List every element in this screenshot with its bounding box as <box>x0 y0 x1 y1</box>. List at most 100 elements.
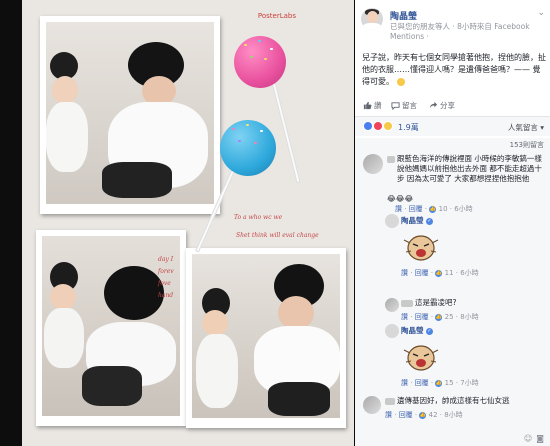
post-body: 兒子說，昨天有七個女同學搶著他抱，捏他的臉，扯他的衣服……懂得迎人嗎？是遺傳爸爸… <box>362 53 546 86</box>
haha-reaction-icon[interactable] <box>383 121 393 131</box>
commenter-name[interactable]: 陶晶瑩 <box>401 216 424 225</box>
divider <box>355 116 550 117</box>
comment-text: 遺傳基因好，帥成這樣有七仙女逃 <box>397 396 510 405</box>
sprinkle <box>232 128 235 130</box>
sprinkle <box>258 40 261 42</box>
emoji-icon[interactable]: ☺ <box>524 434 532 443</box>
comment-reply-link[interactable]: 回覆 <box>415 269 429 277</box>
comment-button[interactable]: 留言 <box>391 100 417 111</box>
sprinkle <box>238 140 241 142</box>
comment-emoji-row: 😂😂😂 <box>387 194 414 203</box>
comment-author: 陶晶瑩 ✓ <box>401 326 433 336</box>
comment-reply-link[interactable]: 回覆 <box>409 205 423 213</box>
love-reaction-icon[interactable] <box>373 121 383 131</box>
sprinkle <box>244 44 247 46</box>
comment-actions: 讚 · 回覆 · 👍 11 · 6小時 <box>401 269 479 277</box>
sprinkle <box>264 58 267 60</box>
comment-sort-dropdown[interactable]: 人氣留言 ▾ <box>508 122 544 133</box>
polaroid-top <box>40 16 220 214</box>
share-icon <box>429 101 438 109</box>
comment-like-link[interactable]: 讚 <box>401 313 408 321</box>
like-count-icon: 👍 <box>435 269 443 277</box>
comment-like-count: 25 <box>444 313 454 321</box>
comment-label: 留言 <box>402 101 417 110</box>
author-avatar[interactable] <box>361 8 383 30</box>
thumbs-up-icon <box>363 101 372 110</box>
author-reply-avatar[interactable] <box>385 214 399 228</box>
post-sidebar: 陶晶瑩 ⌄ 已與您的朋友等人 · 8小時來自 Facebook Mentions… <box>355 0 550 446</box>
sort-label: 人氣留言 <box>507 123 538 132</box>
sticker-svg <box>403 345 439 371</box>
camera-icon[interactable]: ◙ <box>536 434 544 443</box>
comment-like-link[interactable]: 讚 <box>385 411 392 419</box>
comment-actions: 讚 · 回覆 · 👍 25 · 8小時 <box>401 313 479 321</box>
like-reaction-icon[interactable] <box>363 121 373 131</box>
comment-like-link[interactable]: 讚 <box>395 205 402 213</box>
comment-reply-link[interactable]: 回覆 <box>399 411 413 419</box>
comment-text: 跟藍色海洋的傳說裡面 小時候的李敏鎬一樣 說他媽媽以前抱他出去外面 都不能走超過… <box>397 154 542 183</box>
comment-actions: 讚 · 回覆 · 👍 42 · 8小時 <box>385 411 463 419</box>
script-text: hand <box>158 292 174 299</box>
comment-time[interactable]: 8小時 <box>460 313 478 321</box>
verified-badge-icon: ✓ <box>425 217 433 225</box>
comment-time[interactable]: 6小時 <box>454 205 472 213</box>
comment-actions: 讚 · 回覆 · 👍 10 · 6小時 <box>395 205 473 213</box>
like-button[interactable]: 讚 <box>363 100 382 111</box>
comment-like-count: 11 <box>444 269 454 277</box>
hidden-name <box>385 398 395 405</box>
pink-lollipop <box>234 36 286 88</box>
comment-like-count: 42 <box>428 411 438 419</box>
comment-like-count: 15 <box>444 379 454 387</box>
commenter-avatar[interactable] <box>363 396 381 414</box>
commenter-avatar[interactable] <box>363 154 383 174</box>
post-photo[interactable]: PosterLabs To a who wc we Shet think wil… <box>0 0 355 446</box>
brand-watermark: PosterLabs <box>257 12 296 20</box>
hidden-name <box>387 156 395 163</box>
comment-input-icons: ☺ ◙ <box>524 434 544 443</box>
author-reply-avatar[interactable] <box>385 324 399 338</box>
chevron-down-icon[interactable]: ⌄ <box>537 8 545 18</box>
comment-like-link[interactable]: 讚 <box>401 379 408 387</box>
blue-lollipop <box>220 120 276 176</box>
comment-like-link[interactable]: 讚 <box>401 269 408 277</box>
sprinkle <box>260 130 263 132</box>
reactions-bar: 1.9萬 人氣留言 ▾ <box>355 116 550 136</box>
share-label: 分享 <box>440 101 455 110</box>
post-meta: 已與您的朋友等人 · 8小時來自 Facebook Mentions · <box>390 22 530 41</box>
comments-count[interactable]: 153則留言 <box>510 140 544 150</box>
comment-reply-link[interactable]: 回覆 <box>415 313 429 321</box>
comment-item: 跟藍色海洋的傳說裡面 小時候的李敏鎬一樣 說他媽媽以前抱他出去外面 都不能走超過… <box>355 152 550 213</box>
script-text: To a who wc we <box>234 214 283 221</box>
script-text: fove <box>158 280 171 287</box>
pink-lollipop-stick <box>270 75 301 184</box>
comment-time[interactable]: 8小時 <box>444 411 462 419</box>
comment-time[interactable]: 6小時 <box>460 269 478 277</box>
verified-badge-icon: ✓ <box>425 327 433 335</box>
commenter-name[interactable]: 陶晶瑩 <box>401 326 424 335</box>
commenter-avatar[interactable] <box>385 298 399 312</box>
comment-item: 遺傳基因好，帥成這樣有七仙女逃 讚 · 回覆 · 👍 42 · 8小時 <box>355 396 550 426</box>
script-text: Shet think will eval change <box>236 232 319 239</box>
comment-item: 陶晶瑩 ✓ 讚 · 回覆 · 👍 11 · 6小時 <box>355 214 550 290</box>
author-name[interactable]: 陶晶瑩 <box>390 9 417 22</box>
comment-time[interactable]: 7小時 <box>460 379 478 387</box>
reaction-count[interactable]: 1.9萬 <box>398 122 419 133</box>
share-button[interactable]: 分享 <box>429 100 455 111</box>
post-text: 兒子說，昨天有七個女同學搶著他抱，捏他的臉，扯他的衣服……懂得迎人嗎？是遺傳爸爸… <box>362 52 546 88</box>
laughing-character-sticker <box>401 228 441 262</box>
comment-author: 陶晶瑩 ✓ <box>401 216 433 226</box>
sprinkle <box>250 56 253 58</box>
like-label: 讚 <box>374 101 382 110</box>
sprinkle <box>270 48 273 50</box>
comment-item: 這是霸凌吧? 讚 · 回覆 · 👍 25 · 8小時 <box>355 298 550 324</box>
like-count-icon: 👍 <box>429 205 437 213</box>
smile-emoji-icon <box>396 77 405 86</box>
comment-reply-link[interactable]: 回覆 <box>415 379 429 387</box>
comment-actions: 讚 · 回覆 · 👍 15 · 7小時 <box>401 379 479 387</box>
photo-collage: PosterLabs To a who wc we Shet think wil… <box>22 0 354 446</box>
script-text: forev <box>158 268 174 275</box>
polaroid-bottom-right <box>186 248 346 428</box>
like-count-icon: 👍 <box>435 313 443 321</box>
post-header: 陶晶瑩 ⌄ 已與您的朋友等人 · 8小時來自 Facebook Mentions… <box>361 8 547 44</box>
comment-icon <box>391 102 400 110</box>
